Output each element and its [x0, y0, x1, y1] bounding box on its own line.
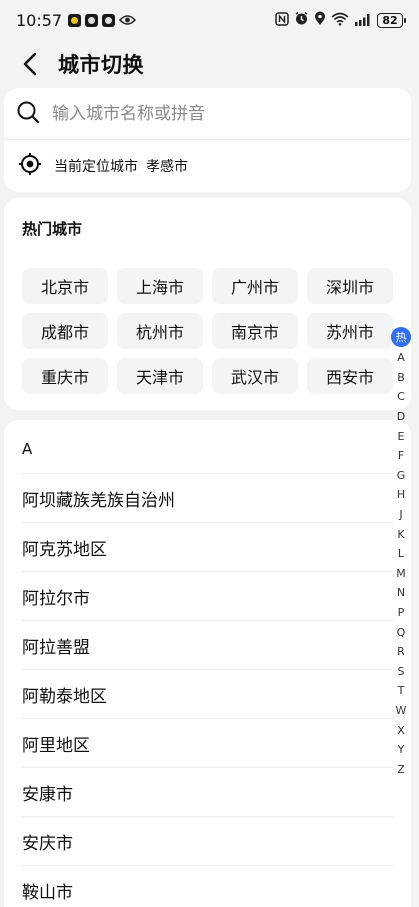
hot-city-chip[interactable]: 深圳市: [307, 268, 393, 304]
wifi-icon: [331, 11, 349, 30]
index-letter[interactable]: A: [397, 348, 405, 368]
index-letter[interactable]: F: [398, 446, 404, 466]
list-item[interactable]: 阿拉善盟: [22, 620, 393, 669]
search-input[interactable]: [52, 103, 372, 124]
index-letter[interactable]: E: [398, 426, 405, 446]
hot-city-chip[interactable]: 天津市: [117, 358, 203, 394]
eye-icon: [119, 11, 137, 30]
index-letter[interactable]: H: [397, 485, 405, 505]
hot-city-chip[interactable]: 重庆市: [22, 358, 108, 394]
locate-target-icon: [18, 152, 42, 180]
hot-city-chip[interactable]: 杭州市: [117, 313, 203, 349]
hot-cities-card: 热门城市 北京市 上海市 广州市 深圳市 成都市 杭州市 南京市 苏州市 重庆市…: [4, 198, 411, 410]
battery-indicator: 82: [377, 12, 406, 28]
list-item[interactable]: 鞍山市: [22, 865, 393, 907]
index-letter[interactable]: W: [396, 701, 407, 721]
index-letter[interactable]: K: [397, 524, 404, 544]
city-list-card: A 阿坝藏族羌族自治州 阿克苏地区 阿拉尔市 阿拉善盟 阿勒泰地区 阿里地区 安…: [4, 420, 411, 907]
index-letter[interactable]: Y: [398, 740, 405, 760]
app-notification-icon: [102, 13, 116, 27]
list-item[interactable]: 安庆市: [22, 816, 393, 865]
index-letter[interactable]: N: [397, 583, 405, 603]
index-letter[interactable]: Z: [397, 759, 405, 779]
alphabet-index-bar[interactable]: 热 A B C D E F G H J K L M N P Q R S T W …: [390, 327, 412, 779]
alarm-icon: [294, 11, 309, 30]
hot-city-chip[interactable]: 北京市: [22, 268, 108, 304]
search-bar[interactable]: [4, 88, 411, 140]
hot-city-chip[interactable]: 广州市: [212, 268, 298, 304]
index-letter[interactable]: J: [399, 505, 402, 525]
index-letter[interactable]: X: [397, 720, 405, 740]
hot-city-chip[interactable]: 上海市: [117, 268, 203, 304]
index-letter[interactable]: T: [398, 681, 405, 701]
nav-bar: 城市切换: [0, 40, 419, 88]
search-card: 当前定位城市 孝感市: [4, 88, 411, 192]
index-letter[interactable]: C: [397, 387, 405, 407]
list-item[interactable]: 安康市: [22, 767, 393, 816]
search-icon: [16, 100, 40, 128]
location-city[interactable]: 孝感市: [146, 156, 188, 176]
hot-city-chip[interactable]: 西安市: [307, 358, 393, 394]
index-letter[interactable]: G: [397, 466, 406, 486]
index-hot[interactable]: 热: [391, 327, 411, 347]
list-item[interactable]: 阿勒泰地区: [22, 669, 393, 718]
index-letter[interactable]: R: [397, 642, 405, 662]
index-letter[interactable]: D: [397, 407, 405, 427]
index-letter[interactable]: B: [397, 368, 405, 388]
app-notification-icon: [85, 13, 99, 27]
app-notification-icon: [68, 13, 82, 27]
index-letter[interactable]: S: [398, 662, 405, 682]
hot-city-chip[interactable]: 南京市: [212, 313, 298, 349]
page-title: 城市切换: [58, 53, 144, 77]
list-item[interactable]: 阿拉尔市: [22, 571, 393, 620]
city-list: 阿坝藏族羌族自治州 阿克苏地区 阿拉尔市 阿拉善盟 阿勒泰地区 阿里地区 安康市…: [22, 473, 393, 907]
list-item[interactable]: 阿里地区: [22, 718, 393, 767]
status-bar: 10:57 82: [0, 0, 419, 40]
status-right: 82: [275, 11, 406, 30]
current-location-row[interactable]: 当前定位城市 孝感市: [4, 140, 411, 192]
status-left: 10:57: [16, 10, 137, 30]
hot-cities-title: 热门城市: [22, 220, 83, 238]
back-arrow-icon[interactable]: [16, 50, 44, 78]
nfc-icon: [275, 11, 289, 30]
index-letter[interactable]: Q: [397, 622, 406, 642]
hot-city-chip[interactable]: 武汉市: [212, 358, 298, 394]
list-item[interactable]: 阿克苏地区: [22, 522, 393, 571]
index-letter[interactable]: L: [398, 544, 404, 564]
index-letter[interactable]: M: [396, 564, 406, 584]
list-item[interactable]: 阿坝藏族羌族自治州: [22, 473, 393, 522]
status-time: 10:57: [16, 10, 63, 30]
hot-city-chip[interactable]: 成都市: [22, 313, 108, 349]
index-letter[interactable]: P: [398, 603, 405, 623]
hot-city-chip[interactable]: 苏州市: [307, 313, 393, 349]
signal-icon: [354, 11, 372, 30]
location-label: 当前定位城市: [54, 159, 138, 175]
section-header: A: [22, 440, 33, 458]
hot-cities-grid: 北京市 上海市 广州市 深圳市 成都市 杭州市 南京市 苏州市 重庆市 天津市 …: [22, 268, 394, 394]
location-icon: [314, 11, 326, 30]
